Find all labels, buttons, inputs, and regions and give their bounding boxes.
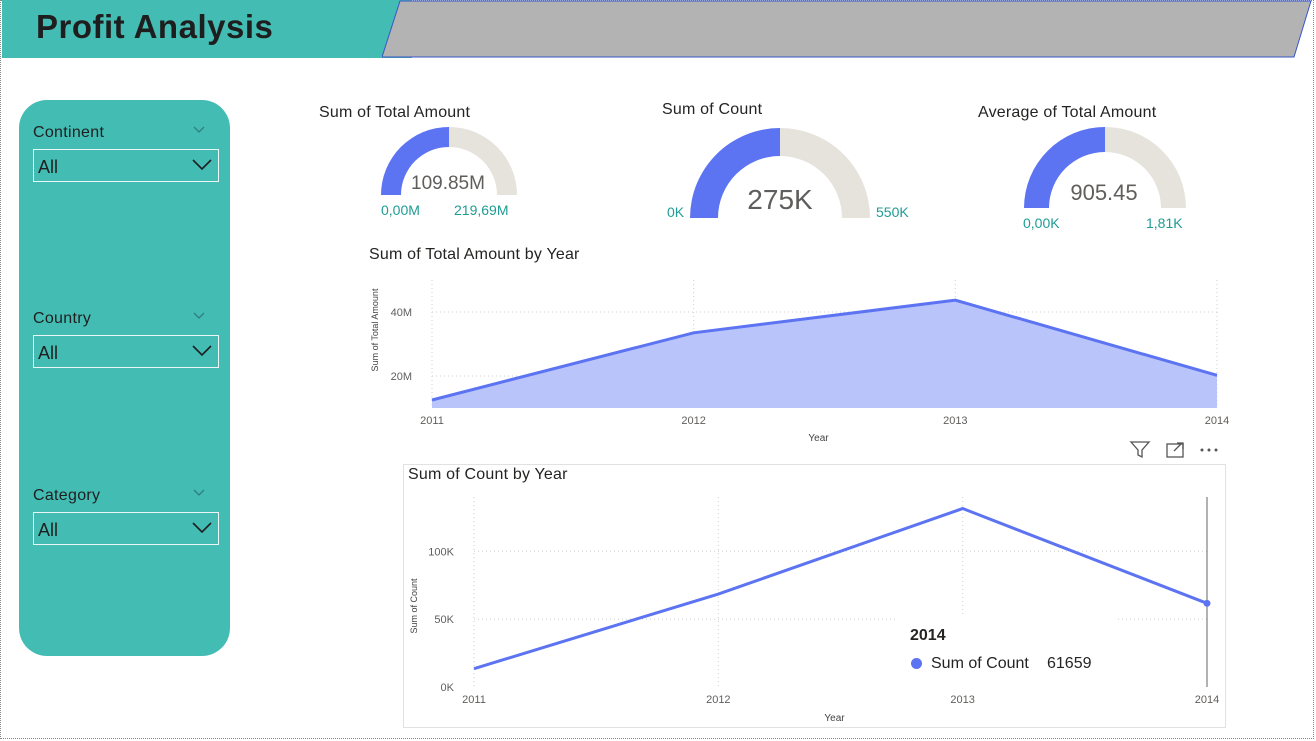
dropdown-value: All [38,343,59,363]
x-axis-label: Year [824,713,845,724]
y-tick-label: 0K [441,682,455,694]
chevron-down-icon[interactable] [193,126,205,134]
dropdown-value: All [38,520,59,540]
slicer-label: Country [33,310,92,327]
area-chart-total-amount[interactable]: 20M 40M 2011 2012 2013 2014 Year Sum of Total A… [360,260,1240,460]
x-tick-label: 2014 [1205,415,1229,427]
chart-title: Sum of Count by Year [408,466,568,483]
x-tick-label: 2011 [420,415,444,427]
x-tick-label: 2012 [706,694,730,706]
gauge-average-amount[interactable]: Average of Total Amount 905.45 0,00K 1,8… [960,100,1200,240]
x-tick-label: 2013 [950,694,974,706]
chevron-down-icon [192,159,212,171]
slicer-label: Category [33,487,101,504]
gauge-value: 275K [747,184,813,215]
more-options-icon[interactable] [1200,448,1218,452]
gauge-min: 0K [667,204,685,220]
country-dropdown[interactable]: All [33,335,219,368]
chart-tooltip: 2014 Sum of Count 61659 [896,615,1116,695]
y-axis-label: Sum of Total Amount [370,288,380,371]
slicer-category: Category All [33,487,219,545]
slicer-label: Continent [33,124,105,141]
gauge-max: 219,69M [454,202,509,218]
data-point[interactable] [1203,599,1211,607]
chevron-down-icon[interactable] [193,489,205,497]
legend-dot [911,658,922,669]
y-axis-label: Sum of Count [409,578,419,634]
y-tick-label: 50K [434,614,454,626]
y-tick-label: 20M [391,371,412,383]
chevron-down-icon [192,345,212,357]
gauge-min: 0,00M [381,202,420,218]
x-axis-label: Year [808,433,829,444]
category-dropdown[interactable]: All [33,512,219,545]
x-tick-label: 2014 [1195,694,1219,706]
gauge-total-amount[interactable]: Sum of Total Amount 109.85M 0,00M 219,69… [300,100,540,230]
page-title: Profit Analysis [36,8,274,45]
title-banner: Profit Analysis [2,0,412,58]
focus-mode-icon[interactable] [1166,442,1184,458]
gauge-count[interactable]: Sum of Count 275K 0K 550K [640,96,930,236]
y-tick-label: 100K [428,546,454,558]
y-tick-label: 40M [391,307,412,319]
chevron-down-icon [192,522,212,534]
gauge-max: 550K [876,204,909,220]
visual-header [1129,441,1218,459]
chevron-down-icon[interactable] [193,312,205,320]
slicer-continent: Continent All [33,124,219,182]
gauge-value: 109.85M [411,173,485,194]
gauge-value: 905.45 [1070,180,1138,205]
filter-panel: Continent All Country All Category All [19,100,230,656]
x-tick-label: 2013 [943,415,967,427]
header-decoration [382,0,1312,58]
tooltip-year: 2014 [910,627,946,644]
slicer-country: Country All [33,310,219,368]
x-tick-label: 2012 [681,415,705,427]
dropdown-value: All [38,157,59,177]
x-tick-label: 2011 [462,694,486,706]
tooltip-label: Sum of Count [931,655,1029,672]
tooltip-value: 61659 [1047,655,1092,672]
gauge-min: 0,00K [1023,215,1060,231]
gauge-max: 1,81K [1146,215,1183,231]
filter-icon[interactable] [1129,441,1151,459]
continent-dropdown[interactable]: All [33,149,219,182]
